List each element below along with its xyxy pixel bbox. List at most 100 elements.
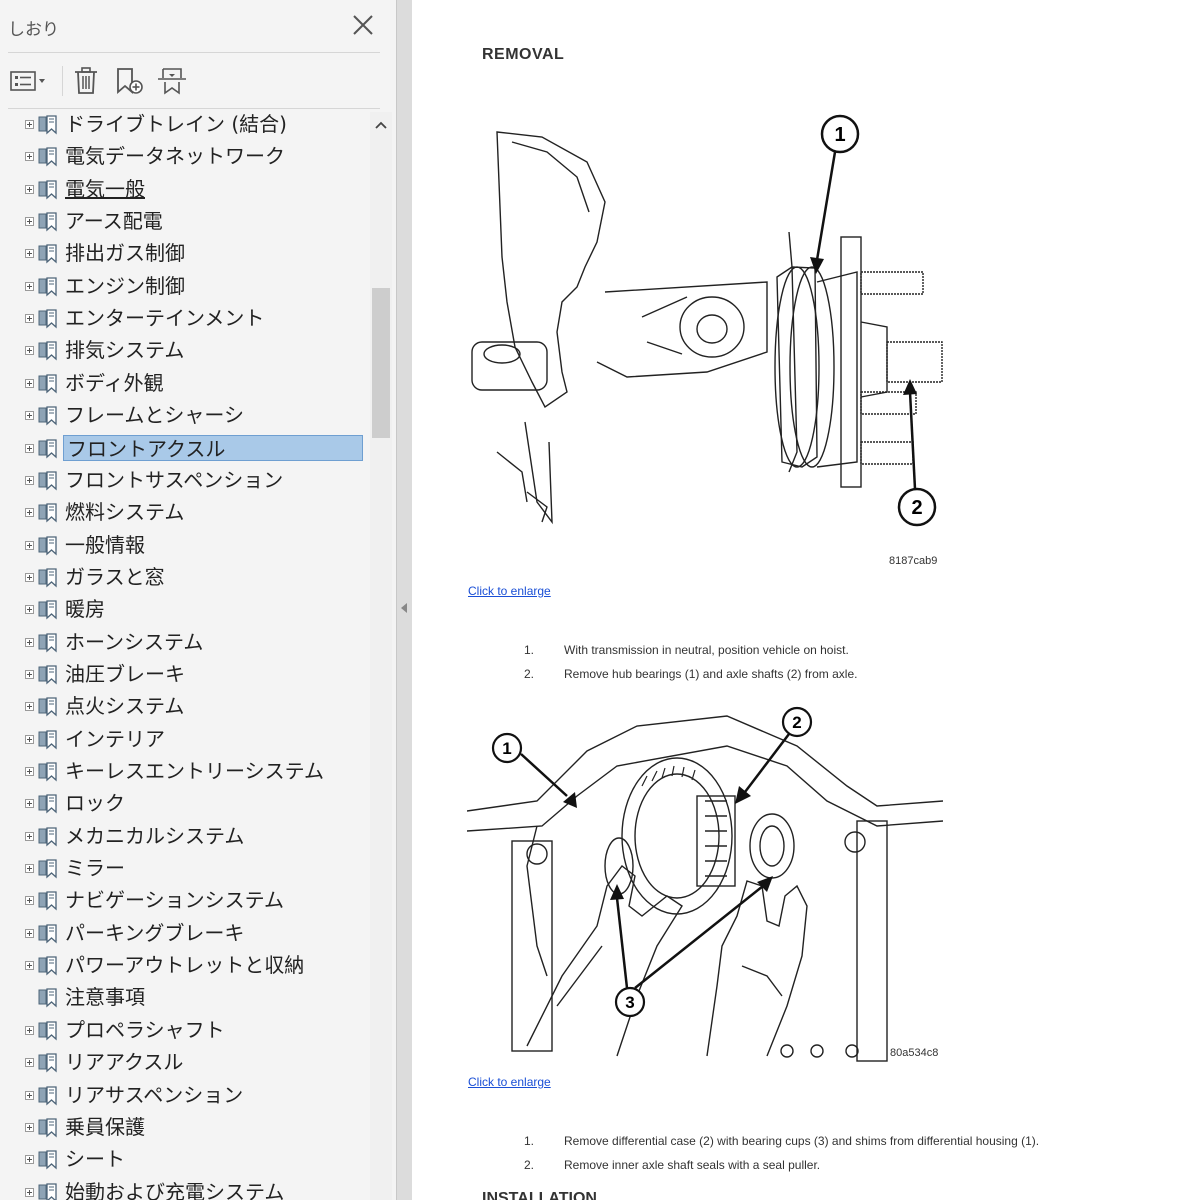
options-menu-button[interactable] <box>6 64 50 98</box>
bookmark-item[interactable]: 乗員保護 <box>0 1113 370 1143</box>
bookmark-item[interactable]: ドライブトレイン (結合) <box>0 110 370 140</box>
expand-toggle-icon[interactable] <box>25 702 34 712</box>
bookmark-item[interactable]: インテリア <box>0 725 370 755</box>
bookmark-item[interactable]: 一般情報 <box>0 531 370 561</box>
bookmark-item[interactable]: 電気一般 <box>0 175 370 205</box>
bookmark-item[interactable]: 始動および充電システム <box>0 1178 370 1200</box>
bookmark-item[interactable]: 注意事項 <box>0 983 370 1013</box>
bookmark-item[interactable]: リアサスペンション <box>0 1081 370 1111</box>
bookmark-item[interactable]: プロペラシャフト <box>0 1016 370 1046</box>
bookmark-label: プロペラシャフト <box>65 1017 225 1042</box>
bookmark-item[interactable]: エンジン制御 <box>0 272 370 302</box>
bookmark-item[interactable]: フレームとシャーシ <box>0 401 370 431</box>
expand-toggle-icon[interactable] <box>25 249 34 259</box>
bookmark-item[interactable]: 電気データネットワーク <box>0 142 370 172</box>
bookmark-item[interactable]: 暖房 <box>0 595 370 625</box>
bookmark-item[interactable]: アース配電 <box>0 207 370 237</box>
bookmark-label: 排出ガス制御 <box>65 241 185 266</box>
scrollbar[interactable] <box>370 112 392 1200</box>
bookmark-item[interactable]: パーキングブレーキ <box>0 919 370 949</box>
expand-toggle-icon[interactable] <box>25 767 34 776</box>
expand-toggle-icon[interactable] <box>25 281 34 291</box>
callout-1: 1 <box>502 739 511 758</box>
bookmark-item[interactable]: キーレスエントリーシステム <box>0 757 370 787</box>
delete-bookmark-button[interactable] <box>70 64 102 98</box>
bookmark-item[interactable]: ガラスと窓 <box>0 563 370 593</box>
expand-toggle-icon[interactable] <box>25 443 34 453</box>
expand-toggle-icon[interactable] <box>25 799 34 809</box>
bookmark-item[interactable]: ホーンシステム <box>0 628 370 658</box>
expand-toggle-icon[interactable] <box>25 734 34 744</box>
bookmark-item[interactable]: ロック <box>0 789 370 819</box>
bookmark-item[interactable]: ナビゲーションシステム <box>0 886 370 916</box>
expand-toggle-icon[interactable] <box>25 637 34 647</box>
expand-toggle-icon[interactable] <box>25 1122 34 1132</box>
expand-toggle-icon[interactable] <box>25 1155 34 1165</box>
expand-toggle-icon[interactable] <box>25 896 34 906</box>
bookmark-icon <box>38 503 58 523</box>
bookmark-item[interactable]: 油圧ブレーキ <box>0 660 370 690</box>
expand-toggle-icon[interactable] <box>25 1058 34 1068</box>
expand-toggle-icon[interactable] <box>25 605 34 615</box>
expand-toggle-icon[interactable] <box>25 184 34 194</box>
expand-toggle-icon[interactable] <box>25 1025 34 1035</box>
expand-toggle-icon[interactable] <box>25 928 34 938</box>
expand-toggle-icon[interactable] <box>25 961 34 971</box>
expand-toggle-icon[interactable] <box>25 475 34 485</box>
bookmark-item[interactable]: メカニカルシステム <box>0 822 370 852</box>
bookmarks-panel: しおり ドライブトレイン (結合) 電気データネットワーク 電気一般 アース配電… <box>0 0 396 1200</box>
panel-splitter[interactable] <box>396 0 412 1200</box>
differential-removal-illustration: 1 2 3 <box>466 706 944 1062</box>
expand-toggle-icon[interactable] <box>25 217 34 227</box>
bookmark-label: フレームとシャーシ <box>65 403 244 428</box>
expand-toggle-icon[interactable] <box>25 378 34 388</box>
bookmark-label: キーレスエントリーシステム <box>65 759 324 783</box>
bookmark-icon <box>38 244 58 264</box>
expand-toggle-icon[interactable] <box>25 864 34 874</box>
bookmark-label: フロントアクスル <box>63 434 363 461</box>
expand-toggle-icon[interactable] <box>25 411 34 421</box>
bookmark-item[interactable]: 排出ガス制御 <box>0 239 370 269</box>
figure-code: 8187cab9 <box>889 555 938 567</box>
bookmark-label: 暖房 <box>65 597 105 622</box>
bookmark-item[interactable]: 燃料システム <box>0 498 370 528</box>
expand-toggle-icon[interactable] <box>25 120 34 129</box>
collapse-arrow-icon[interactable] <box>401 603 407 613</box>
bookmark-item[interactable]: ボディ外観 <box>0 369 370 399</box>
expand-toggle-icon[interactable] <box>25 508 34 518</box>
scroll-up-icon[interactable] <box>374 118 388 132</box>
bookmark-label: ロック <box>65 791 125 816</box>
bookmark-item[interactable]: パワーアウトレットと収納 <box>0 951 370 981</box>
bookmark-item[interactable]: フロントサスペンション <box>0 466 370 496</box>
expand-toggle-icon[interactable] <box>25 540 34 550</box>
enlarge-link-1[interactable]: Click to enlarge <box>468 584 551 598</box>
close-icon[interactable] <box>350 12 376 38</box>
bookmark-item[interactable]: フロントアクスル <box>0 434 370 464</box>
bookmark-icon <box>38 1118 58 1138</box>
enlarge-link-2[interactable]: Click to enlarge <box>468 1075 551 1089</box>
expand-toggle-icon[interactable] <box>25 1090 34 1100</box>
bookmark-label: 電気一般 <box>65 176 145 201</box>
expand-toggle-icon[interactable] <box>25 346 34 356</box>
bookmark-item[interactable]: ミラー <box>0 854 370 884</box>
expand-toggle-icon[interactable] <box>25 831 34 841</box>
expand-toggle-icon[interactable] <box>25 669 34 679</box>
expand-toggle-icon[interactable] <box>25 572 34 582</box>
bookmark-item[interactable]: シート <box>0 1145 370 1175</box>
bookmark-icon <box>38 309 58 329</box>
expand-toggle-icon[interactable] <box>25 314 34 324</box>
bookmark-label: 注意事項 <box>65 985 145 1010</box>
scrollbar-thumb[interactable] <box>372 288 390 438</box>
expand-toggle-icon[interactable] <box>25 152 34 162</box>
bookmark-item[interactable]: リアアクスル <box>0 1048 370 1078</box>
expand-toggle-icon[interactable] <box>25 1187 34 1197</box>
bookmark-item[interactable]: 点火システム <box>0 692 370 722</box>
bookmark-icon <box>38 1021 58 1041</box>
bookmark-item[interactable]: 排気システム <box>0 336 370 366</box>
bookmark-item[interactable]: エンターテインメント <box>0 304 370 334</box>
bookmark-label: ホーンシステム <box>65 629 204 654</box>
bookmarks-toolbar <box>0 56 396 106</box>
expand-bookmark-button[interactable] <box>154 64 190 98</box>
add-bookmark-button[interactable] <box>112 64 146 98</box>
bookmark-label: シート <box>65 1147 125 1172</box>
